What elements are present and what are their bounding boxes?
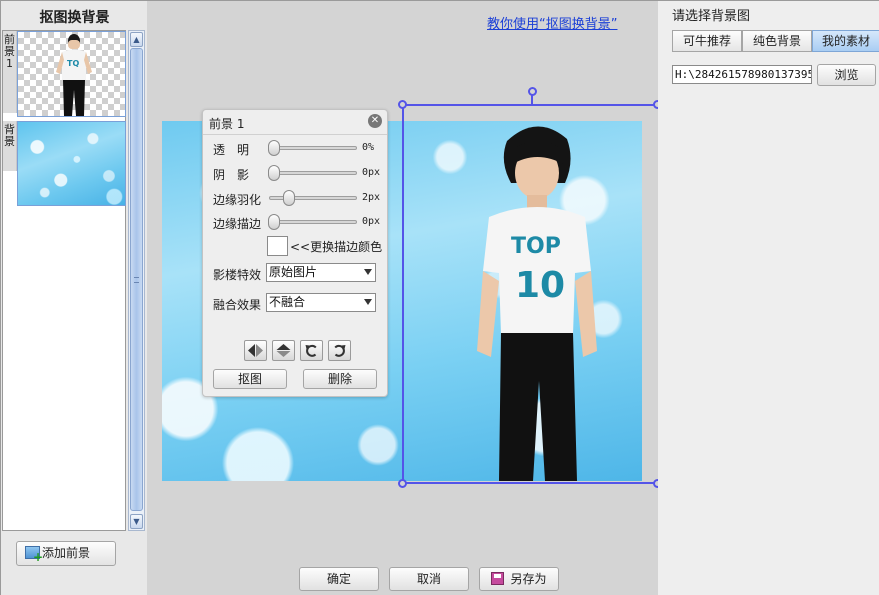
chevron-down-icon: [364, 269, 372, 275]
resize-handle-top-left[interactable]: [398, 100, 407, 109]
slider-thumb[interactable]: [282, 190, 295, 206]
add-foreground-label: 添加前景: [42, 546, 91, 560]
layer-list-scrollbar[interactable]: ▲ ▼: [128, 30, 145, 531]
foreground-settings-panel: 前景 1 ✕ 透 明 0% 阴 影 0px 边缘羽化 2px 边缘描边 0px …: [202, 109, 388, 397]
svg-text:TQ: TQ: [67, 59, 79, 68]
add-image-icon: [25, 546, 43, 563]
stroke-slider[interactable]: [268, 214, 357, 230]
layer-tab-background[interactable]: 背景: [3, 121, 17, 171]
grip-icon: [134, 277, 139, 283]
shadow-label: 阴 影: [213, 168, 250, 182]
confirm-button[interactable]: 确定: [299, 567, 379, 591]
scroll-down-button[interactable]: ▼: [130, 514, 143, 529]
effect-label: 影楼特效: [213, 268, 262, 282]
flip-horizontal-icon: [248, 344, 263, 357]
rotate-left-icon: [305, 344, 317, 357]
file-path-input[interactable]: H:\2842615789801373955.: [672, 65, 812, 84]
person-thumbnail-image: TQ: [56, 34, 92, 116]
chevron-down-icon: [364, 299, 372, 305]
rotate-right-button[interactable]: [328, 340, 351, 361]
opacity-value: 0%: [362, 142, 375, 153]
effect-select[interactable]: 原始图片: [266, 263, 376, 282]
slider-thumb[interactable]: [268, 165, 280, 181]
blend-selected-value: 不融合: [269, 295, 306, 309]
scrollbar-thumb[interactable]: [130, 48, 143, 511]
layer-thumbnail-background[interactable]: [17, 121, 126, 206]
feather-slider[interactable]: [269, 190, 357, 206]
slider-thumb[interactable]: [268, 214, 280, 230]
panel-title: 前景 1: [209, 117, 245, 131]
layer-tab-foreground[interactable]: 前景1: [3, 31, 17, 113]
resize-handle-bottom-left[interactable]: [398, 479, 407, 488]
blend-select[interactable]: 不融合: [266, 293, 376, 312]
stroke-label: 边缘描边: [213, 217, 262, 231]
feather-label: 边缘羽化: [213, 193, 262, 207]
slider-thumb[interactable]: [268, 140, 280, 156]
panel-title: 请选择背景图: [672, 9, 751, 24]
add-foreground-button[interactable]: 添加前景: [16, 541, 116, 566]
scroll-up-button[interactable]: ▲: [130, 32, 143, 47]
browse-button[interactable]: 浏览: [817, 64, 876, 86]
tab-recommended[interactable]: 可牛推荐: [672, 30, 742, 52]
cutout-button[interactable]: 抠图: [213, 369, 287, 389]
cancel-button[interactable]: 取消: [389, 567, 469, 591]
save-as-button[interactable]: 另存为: [479, 567, 559, 591]
flip-vertical-button[interactable]: [272, 340, 295, 361]
layer-list: 前景1 TQ 背景: [2, 30, 126, 531]
feather-value: 2px: [362, 192, 381, 203]
rotate-left-button[interactable]: [300, 340, 323, 361]
rotate-right-icon: [334, 344, 346, 357]
opacity-slider[interactable]: [268, 140, 357, 156]
shadow-value: 0px: [362, 167, 381, 178]
background-picker-panel: 请选择背景图 可牛推荐 纯色背景 我的素材 H:\284261578980137…: [658, 0, 879, 595]
layers-panel: 抠图换背景 前景1 TQ 背景 ▲ ▼ 添加前景: [0, 0, 147, 595]
divider: [203, 134, 387, 135]
effect-selected-value: 原始图片: [269, 265, 318, 279]
layer-thumbnail-foreground[interactable]: TQ: [17, 31, 126, 117]
stroke-value: 0px: [362, 216, 381, 227]
tab-my-materials[interactable]: 我的素材: [812, 30, 879, 52]
flip-vertical-icon: [276, 344, 291, 357]
blend-label: 融合效果: [213, 298, 262, 312]
dialog-button-bar: 确定 取消 另存为: [147, 566, 658, 595]
delete-button[interactable]: 删除: [303, 369, 377, 389]
change-stroke-color-link[interactable]: <<更换描边颜色: [290, 238, 382, 255]
save-as-label: 另存为: [510, 572, 547, 586]
panel-title: 抠图换背景: [39, 10, 110, 26]
save-icon: [491, 572, 505, 585]
selection-box[interactable]: [398, 87, 662, 488]
shadow-slider[interactable]: [268, 165, 357, 181]
stroke-color-swatch[interactable]: [267, 236, 288, 256]
flip-horizontal-button[interactable]: [244, 340, 267, 361]
tab-solid-color[interactable]: 纯色背景: [742, 30, 812, 52]
help-link[interactable]: 教你使用“抠图换背景”: [487, 13, 617, 32]
opacity-label: 透 明: [213, 143, 250, 157]
close-icon[interactable]: ✕: [368, 114, 382, 128]
rotate-handle[interactable]: [528, 87, 537, 96]
